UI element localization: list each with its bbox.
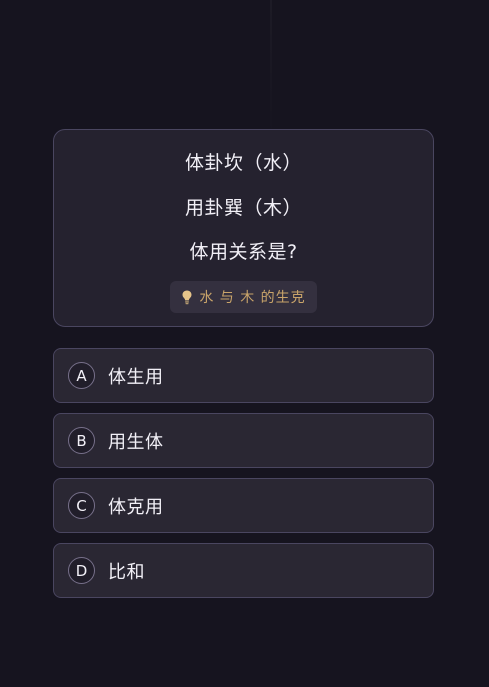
background-divider xyxy=(270,0,272,140)
option-letter-badge: D xyxy=(68,557,95,584)
question-card: 体卦坎（水） 用卦巽（木） 体用关系是? 水 与 木 的生克 xyxy=(53,129,434,327)
question-line-ti-gua: 体卦坎（水） xyxy=(184,152,302,174)
option-letter-badge: A xyxy=(68,362,95,389)
option-c-button[interactable]: C 体克用 xyxy=(53,478,434,533)
question-prompt: 体用关系是? xyxy=(189,241,298,263)
option-letter-badge: C xyxy=(68,492,95,519)
option-d-button[interactable]: D 比和 xyxy=(53,543,434,598)
hint-text: 水 与 木 的生克 xyxy=(199,290,306,306)
option-b-button[interactable]: B 用生体 xyxy=(53,413,434,468)
lightbulb-icon xyxy=(181,289,193,305)
option-a-button[interactable]: A 体生用 xyxy=(53,348,434,403)
option-label: 比和 xyxy=(108,561,145,583)
option-letter-badge: B xyxy=(68,427,95,454)
option-label: 体生用 xyxy=(108,366,164,388)
hint-badge: 水 与 木 的生克 xyxy=(170,281,317,313)
option-label: 用生体 xyxy=(108,431,164,453)
question-line-yong-gua: 用卦巽（木） xyxy=(184,197,302,219)
option-label: 体克用 xyxy=(108,496,164,518)
